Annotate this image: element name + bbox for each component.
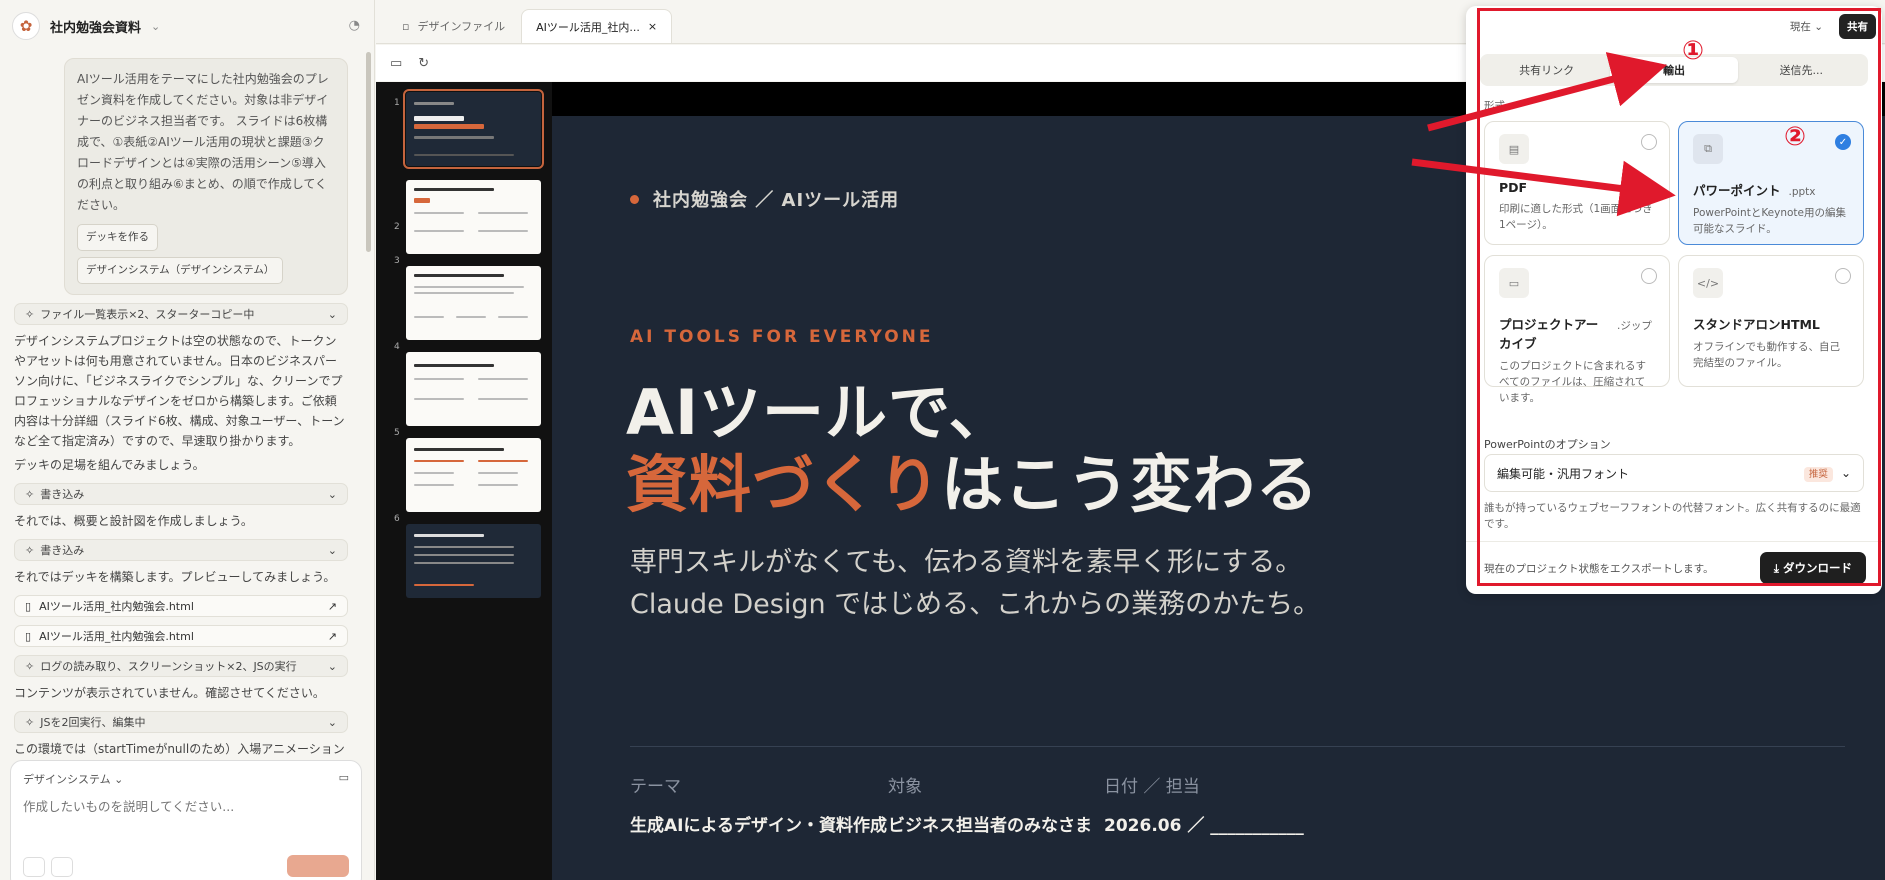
file-icon: ▯ — [25, 629, 32, 643]
meta-value: 2026.06 ／ ___________ — [1104, 816, 1304, 836]
file-icon: ▫ — [402, 19, 410, 33]
chat-scrollbar[interactable] — [366, 52, 371, 252]
chevron-down-icon[interactable]: ⌄ — [151, 20, 160, 33]
sparkle-icon: ✧ — [25, 307, 35, 321]
thumbnail-number: 1 — [394, 98, 400, 108]
sparkle-icon: ✧ — [25, 715, 35, 729]
meta-audience: 対象 ビジネス担当者のみなさま — [888, 772, 1092, 836]
external-link-icon[interactable]: ↗ — [328, 600, 337, 613]
annotation-number-2: ② — [1784, 122, 1807, 152]
chevron-down-icon: ⌄ — [327, 659, 337, 673]
tool-call-label: 書き込み — [40, 488, 85, 501]
design-system-pill[interactable]: デザインシステム（デザインシステム） — [77, 257, 284, 284]
user-message: AIツール活用をテーマにした社内勉強会のプレゼン資料を作成してください。対象は非… — [64, 58, 348, 295]
tool-call-row[interactable]: ✧ 書き込み ⌄ — [14, 483, 348, 505]
tab-active-file[interactable]: AIツール活用_社内... × — [521, 9, 673, 43]
user-message-text: AIツール活用をテーマにした社内勉強会のプレゼン資料を作成してください。対象は非… — [77, 72, 329, 212]
tool-call-row[interactable]: ✧ 書き込み ⌄ — [14, 539, 348, 561]
file-name: AIツール活用_社内勉強会.html — [39, 600, 194, 613]
design-system-label: デザインシステム — [23, 773, 111, 786]
close-icon[interactable]: × — [648, 20, 657, 33]
send-button[interactable] — [287, 855, 349, 877]
tab-design-files[interactable]: ▫ デザインファイル — [388, 9, 519, 43]
thumbnail-number: 6 — [394, 514, 400, 524]
chevron-down-icon: ⌄ — [327, 543, 337, 557]
assistant-text: それでは、概要と設計図を作成しましょう。 — [14, 514, 253, 528]
dot-icon — [630, 194, 639, 204]
file-link[interactable]: ▯ AIツール活用_社内勉強会.html ↗ — [14, 625, 348, 647]
slide-eyebrow: AI TOOLS FOR EVERYONE — [630, 327, 934, 347]
thumbnail-preview[interactable] — [406, 180, 541, 254]
tool-call-row[interactable]: ✧ JSを2回実行、編集中 ⌄ — [14, 711, 348, 733]
tool-call-row[interactable]: ✧ ファイル一覧表示×2、スターターコピー中 ⌄ — [14, 303, 348, 325]
refresh-icon[interactable]: ↻ — [418, 56, 429, 71]
meta-label: 対象 — [888, 777, 922, 797]
assistant-text: デザインシステムプロジェクトは空の状態なので、トークンやアセットは何も用意されて… — [14, 334, 345, 448]
title-accent: 資料づくり — [626, 448, 942, 521]
chat-panel: ✿ 社内勉強会資料 ⌄ ◔ AIツール活用をテーマにした社内勉強会のプレゼン資料… — [0, 0, 375, 880]
meta-label: テーマ — [630, 777, 681, 797]
subtitle-line1: 専門スキルがなくても、伝わる資料を素早く形にする。 — [630, 547, 1303, 578]
assistant-text: コンテンツが表示されていません。確認させてください。 — [14, 686, 325, 700]
file-name: AIツール活用_社内勉強会.html — [39, 630, 194, 643]
tool-call-label: 書き込み — [40, 544, 85, 557]
meta-date: 日付 ／ 担当 2026.06 ／ ___________ — [1104, 772, 1304, 836]
meta-value: 生成AIによるデザイン・資料作成 — [630, 816, 887, 836]
thumbnail-preview[interactable] — [406, 524, 541, 598]
layout-icon[interactable]: ▭ — [339, 771, 349, 787]
meta-theme: テーマ 生成AIによるデザイン・資料作成 — [630, 772, 887, 836]
attach-button[interactable] — [23, 857, 45, 877]
tool-call-label: JSを2回実行、編集中 — [40, 716, 146, 729]
composer: デザインシステム ⌄ ▭ — [10, 760, 362, 880]
tool-call-row[interactable]: ✧ ログの読み取り、スクリーンショット×2、JSの実行 ⌄ — [14, 655, 348, 677]
title-rest: はこう変わる — [941, 448, 1320, 521]
deck-pill[interactable]: デッキを作る — [77, 224, 158, 251]
sparkle-icon: ✧ — [25, 659, 35, 673]
settings-button[interactable] — [51, 857, 73, 877]
tab-label: AIツール活用_社内... — [536, 20, 640, 34]
bell-icon[interactable]: ◔ — [349, 18, 360, 33]
chevron-down-icon: ⌄ — [327, 487, 337, 501]
thumbnail-number: 2 — [394, 222, 400, 232]
thumbnail-number: 4 — [394, 342, 400, 352]
annotation-box — [1477, 8, 1881, 586]
sparkle-icon: ✧ — [25, 543, 35, 557]
file-link[interactable]: ▯ AIツール活用_社内勉強会.html ↗ — [14, 595, 348, 617]
thumbnail-number: 3 — [394, 256, 400, 266]
kicker-text: 社内勉強会 ／ AIツール活用 — [653, 190, 900, 211]
thumbnail-preview[interactable] — [406, 438, 541, 512]
thumbnail-number: 5 — [394, 428, 400, 438]
prompt-input[interactable] — [23, 799, 349, 814]
design-system-selector[interactable]: デザインシステム ⌄ — [23, 771, 123, 787]
assistant-text: デッキの足場を組んでみましょう。 — [14, 458, 205, 472]
palette-icon[interactable]: ✿ — [12, 12, 40, 40]
meta-label: 日付 ／ 担当 — [1104, 777, 1200, 797]
meta-value: ビジネス担当者のみなさま — [888, 816, 1092, 836]
chat-header: ✿ 社内勉強会資料 ⌄ ◔ — [0, 0, 374, 52]
annotation-number-1: ① — [1682, 36, 1705, 66]
assistant-text: それではデッキを構築します。プレビューしてみましょう。 — [14, 570, 336, 584]
divider — [630, 746, 1845, 747]
tool-call-label: ログの読み取り、スクリーンショット×2、JSの実行 — [40, 660, 297, 673]
tool-call-label: ファイル一覧表示×2、スターターコピー中 — [40, 308, 255, 321]
thumbnail-preview[interactable] — [406, 266, 541, 340]
thumbnail-preview[interactable] — [406, 352, 541, 426]
slide-title: AIツールで、 資料づくりはこう変わる — [626, 377, 1319, 521]
subtitle-line2: Claude Design ではじめる、これからの業務のかたち。 — [630, 589, 1321, 620]
chevron-down-icon: ⌄ — [327, 715, 337, 729]
project-title[interactable]: 社内勉強会資料 — [50, 17, 141, 36]
external-link-icon[interactable]: ↗ — [328, 630, 337, 643]
title-line1: AIツールで、 — [626, 376, 1012, 449]
assistant-text: この環境では（startTimeがnullのため）入場アニメーションが — [14, 742, 345, 756]
sidebar-toggle-icon[interactable]: ▭ — [390, 56, 402, 71]
slide-thumbnails: 1 2 3 4 5 6 — [376, 82, 552, 880]
chevron-down-icon: ⌄ — [327, 307, 337, 321]
sparkle-icon: ✧ — [25, 487, 35, 501]
chat-messages: AIツール活用をテーマにした社内勉強会のプレゼン資料を作成してください。対象は非… — [0, 52, 362, 760]
slide-subtitle: 専門スキルがなくても、伝わる資料を素早く形にする。 Claude Design … — [630, 542, 1320, 626]
file-icon: ▯ — [25, 599, 32, 613]
tab-label: デザインファイル — [417, 20, 506, 33]
slide-kicker: 社内勉強会 ／ AIツール活用 — [630, 186, 899, 212]
